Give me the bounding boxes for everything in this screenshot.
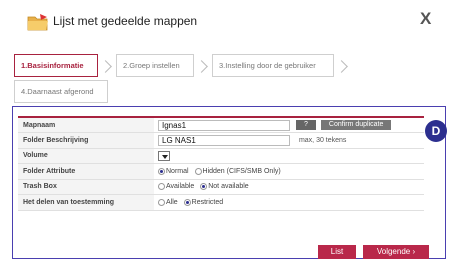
attribute-normal-radio[interactable] xyxy=(158,167,165,175)
volume-label: Volume xyxy=(18,148,154,164)
row-trash: Trash Box Available Not available xyxy=(18,179,424,195)
help-button[interactable]: ? xyxy=(295,120,316,130)
row-volume: Volume xyxy=(18,148,424,164)
beschrijving-label: Folder Beschrijving xyxy=(18,132,154,148)
mapnaam-label: Mapnaam xyxy=(18,117,154,133)
annotation-badge: D xyxy=(425,120,447,142)
row-attribute: Folder Attribute Normal Hidden (CIFS/SMB… xyxy=(18,163,424,179)
step-instelling-gebruiker[interactable]: 3.Instelling door de gebruiker xyxy=(212,54,334,77)
trash-not-available-radio[interactable] xyxy=(200,183,208,191)
attribute-hidden-radio[interactable] xyxy=(194,167,202,175)
beschrijving-input[interactable]: LG NAS1 xyxy=(158,134,290,146)
trash-not-available-label: Not available xyxy=(208,183,249,191)
step-daarnaast-afgerond[interactable]: 4.Daarnaast afgerond xyxy=(14,80,108,103)
attribute-label: Folder Attribute xyxy=(18,163,154,179)
close-icon[interactable]: X xyxy=(420,9,431,29)
mapnaam-input[interactable]: Ignas1 xyxy=(158,119,290,131)
attribute-hidden-label: Hidden (CIFS/SMB Only) xyxy=(202,167,281,175)
confirm-duplicate-button[interactable]: Confirm duplicate xyxy=(320,120,392,130)
delen-alle-radio[interactable] xyxy=(158,198,165,206)
chevron-right-icon xyxy=(335,60,348,73)
row-delen: Het delen van toestemming Alle Restricte… xyxy=(18,194,424,210)
dialog-title: Lijst met gedeelde mappen xyxy=(53,14,198,28)
dialog-header: Lijst met gedeelde mappen X xyxy=(0,0,450,42)
folder-share-icon xyxy=(27,14,48,31)
volume-select[interactable] xyxy=(158,150,170,161)
delen-restricted-radio[interactable] xyxy=(183,198,191,206)
delen-restricted-label: Restricted xyxy=(191,198,224,206)
delen-label: Het delen van toestemming xyxy=(18,194,154,210)
row-mapnaam: Mapnaam Ignas1 ? Confirm duplicate xyxy=(18,117,424,133)
list-button[interactable]: List xyxy=(318,245,356,259)
folder-form: Mapnaam Ignas1 ? Confirm duplicate Folde… xyxy=(18,116,424,211)
next-button[interactable]: Volgende › xyxy=(363,245,429,259)
row-beschrijving: Folder Beschrijving LG NAS1 max, 30 teke… xyxy=(18,132,424,148)
trash-label: Trash Box xyxy=(18,179,154,195)
delen-alle-label: Alle xyxy=(166,198,178,206)
trash-available-radio[interactable] xyxy=(158,183,165,191)
step-basisinformatie[interactable]: 1.Basisinformatie xyxy=(14,54,98,77)
step-groep-instellen[interactable]: 2.Groep instellen xyxy=(116,54,194,77)
attribute-normal-label: Normal xyxy=(166,167,189,175)
beschrijving-hint: max, 30 tekens xyxy=(298,136,347,144)
trash-available-label: Available xyxy=(166,183,195,191)
chevron-right-icon xyxy=(195,60,208,73)
chevron-right-icon xyxy=(99,60,112,73)
